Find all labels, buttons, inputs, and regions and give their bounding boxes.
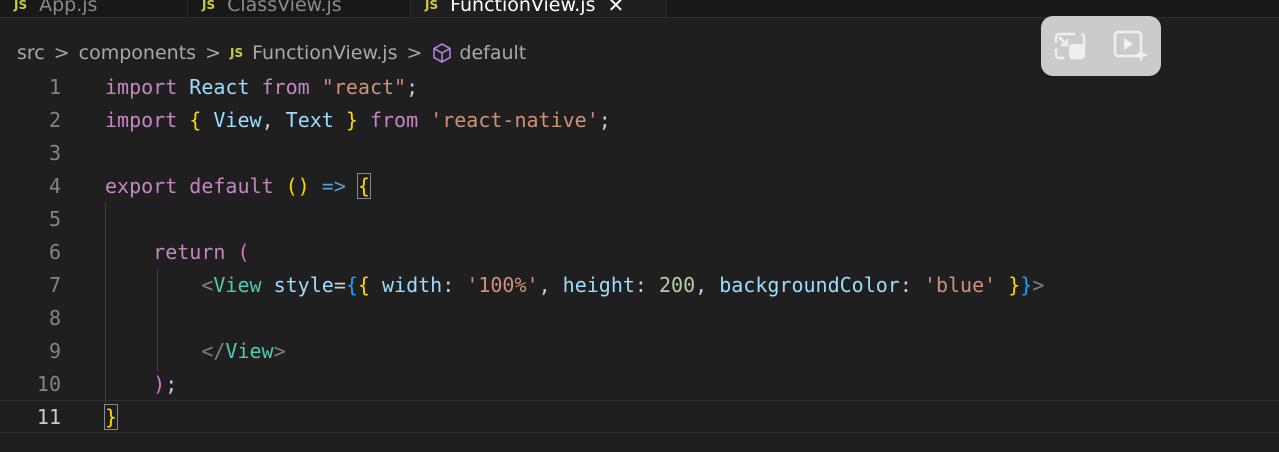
breadcrumb-symbol[interactable]: default [459,42,526,64]
code-editor[interactable]: 1 import React from "react"; 2 import { … [0,70,1279,452]
code-line: 6 return ( [0,235,1279,268]
line-number: 9 [48,338,61,363]
code-line: 1 import React from "react"; [0,70,1279,103]
js-file-icon: JS [229,46,244,60]
line-text: </View> [201,338,286,363]
tab-app-js[interactable]: JS App.js [0,0,188,17]
cube-symbol-icon [431,42,453,64]
line-text: } [103,403,119,430]
line-number: 5 [48,206,61,231]
line-text: export default () => { [105,172,371,199]
breadcrumb: src > components > JS FunctionView.js > … [17,38,526,68]
js-file-icon: JS [425,0,439,12]
tab-label: App.js [39,0,98,16]
line-number: 1 [48,74,61,99]
code-line: 7 <View style={{ width: '100%', height: … [0,268,1279,301]
line-text: ); [153,371,178,396]
breadcrumb-src[interactable]: src [17,42,45,64]
line-number: 3 [48,140,61,165]
code-line-current: 11 } [0,400,1279,433]
video-controls-overlay [1041,16,1161,76]
js-file-icon: JS [202,0,216,12]
line-text: import React from "react"; [105,74,419,99]
breadcrumb-file[interactable]: FunctionView.js [252,42,397,64]
code-line: 8 [0,301,1279,334]
code-line: 9 </View> [0,334,1279,367]
line-number: 6 [48,239,61,264]
line-number: 7 [48,272,61,297]
code-line: 4 export default () => { [0,169,1279,202]
tab-label: FunctionView.js [450,0,596,16]
pip-exit-icon[interactable] [1051,26,1091,66]
tab-classview-js[interactable]: JS ClassView.js [188,0,411,17]
code-line: 3 [0,136,1279,169]
js-file-icon: JS [14,0,28,12]
line-number: 11 [36,404,61,429]
line-number: 8 [48,305,61,330]
line-text: return ( [153,239,250,264]
line-number: 4 [48,173,61,198]
code-line: 2 import { View, Text } from 'react-nati… [0,103,1279,136]
line-text: <View style={{ width: '100%', height: 20… [201,272,1045,297]
chevron-right-icon: > [205,42,221,64]
code-line: 10 ); [0,367,1279,400]
code-line: 5 [0,202,1279,235]
line-number: 10 [36,371,61,396]
close-icon[interactable]: ✕ [608,0,625,17]
chevron-right-icon: > [53,42,70,64]
video-magic-icon[interactable] [1111,26,1151,66]
line-number: 2 [48,107,61,132]
tab-label: ClassView.js [227,0,342,16]
breadcrumb-components[interactable]: components [79,42,196,64]
line-text: import { View, Text } from 'react-native… [105,107,611,132]
tab-functionview-js[interactable]: JS FunctionView.js ✕ [411,0,667,17]
chevron-right-icon: > [406,42,423,64]
